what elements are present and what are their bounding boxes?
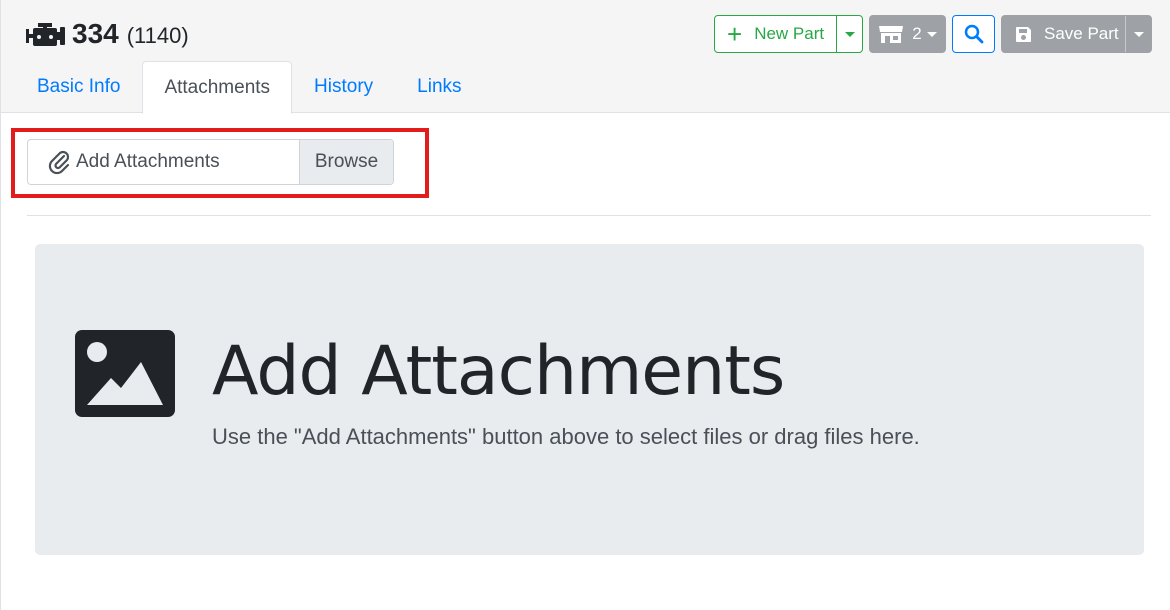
dropzone-instructions: Use the "Add Attachments" button above t… xyxy=(212,424,920,449)
new-part-dropdown-toggle[interactable] xyxy=(836,16,862,52)
save-icon xyxy=(1016,26,1031,42)
tab-basic-info[interactable]: Basic Info xyxy=(15,61,142,113)
file-drop-zone[interactable]: Add Attachments Use the "Add Attachments… xyxy=(35,244,1144,555)
part-id: (1140) xyxy=(126,23,189,48)
new-part-label: New Part xyxy=(754,24,825,43)
search-button[interactable] xyxy=(952,15,995,53)
add-attachments-label: Add Attachments xyxy=(76,151,220,172)
part-number: 334 xyxy=(72,18,119,49)
save-part-label: Save Part xyxy=(1044,24,1119,43)
browse-button[interactable]: Browse xyxy=(299,140,393,184)
tab-bar: Basic Info Attachments History Links xyxy=(15,61,484,114)
caret-down-icon xyxy=(926,31,937,37)
plus-icon: + xyxy=(727,19,743,49)
save-part-dropdown-toggle[interactable] xyxy=(1125,16,1151,52)
store-dropdown-button[interactable]: 2 xyxy=(869,15,946,53)
page-title: 334 (1140) xyxy=(26,18,189,54)
dropzone-title: Add Attachments xyxy=(212,332,785,411)
new-part-button-group: + New Part xyxy=(714,15,863,53)
caret-down-icon xyxy=(1133,31,1144,37)
new-part-button[interactable]: + New Part xyxy=(715,16,836,52)
paperclip-icon xyxy=(48,150,70,175)
tab-links[interactable]: Links xyxy=(395,61,483,113)
tab-history[interactable]: History xyxy=(292,61,395,113)
engine-icon xyxy=(26,23,65,46)
caret-down-icon xyxy=(844,31,855,37)
store-icon xyxy=(879,26,904,43)
search-icon xyxy=(964,24,983,44)
divider xyxy=(27,215,1151,216)
tab-attachments[interactable]: Attachments xyxy=(142,61,293,114)
page: 334 (1140) + New Part 2 Save Part Basic … xyxy=(0,0,1170,610)
image-icon xyxy=(75,330,175,417)
save-part-button-group: Save Part xyxy=(1001,15,1152,53)
store-count: 2 xyxy=(912,24,922,43)
save-part-button[interactable]: Save Part xyxy=(1002,16,1125,52)
header: 334 (1140) + New Part 2 Save Part Basic … xyxy=(1,0,1170,114)
add-attachments-file-input[interactable]: Add Attachments Browse xyxy=(27,139,394,185)
add-attachments-field[interactable]: Add Attachments xyxy=(28,140,299,184)
